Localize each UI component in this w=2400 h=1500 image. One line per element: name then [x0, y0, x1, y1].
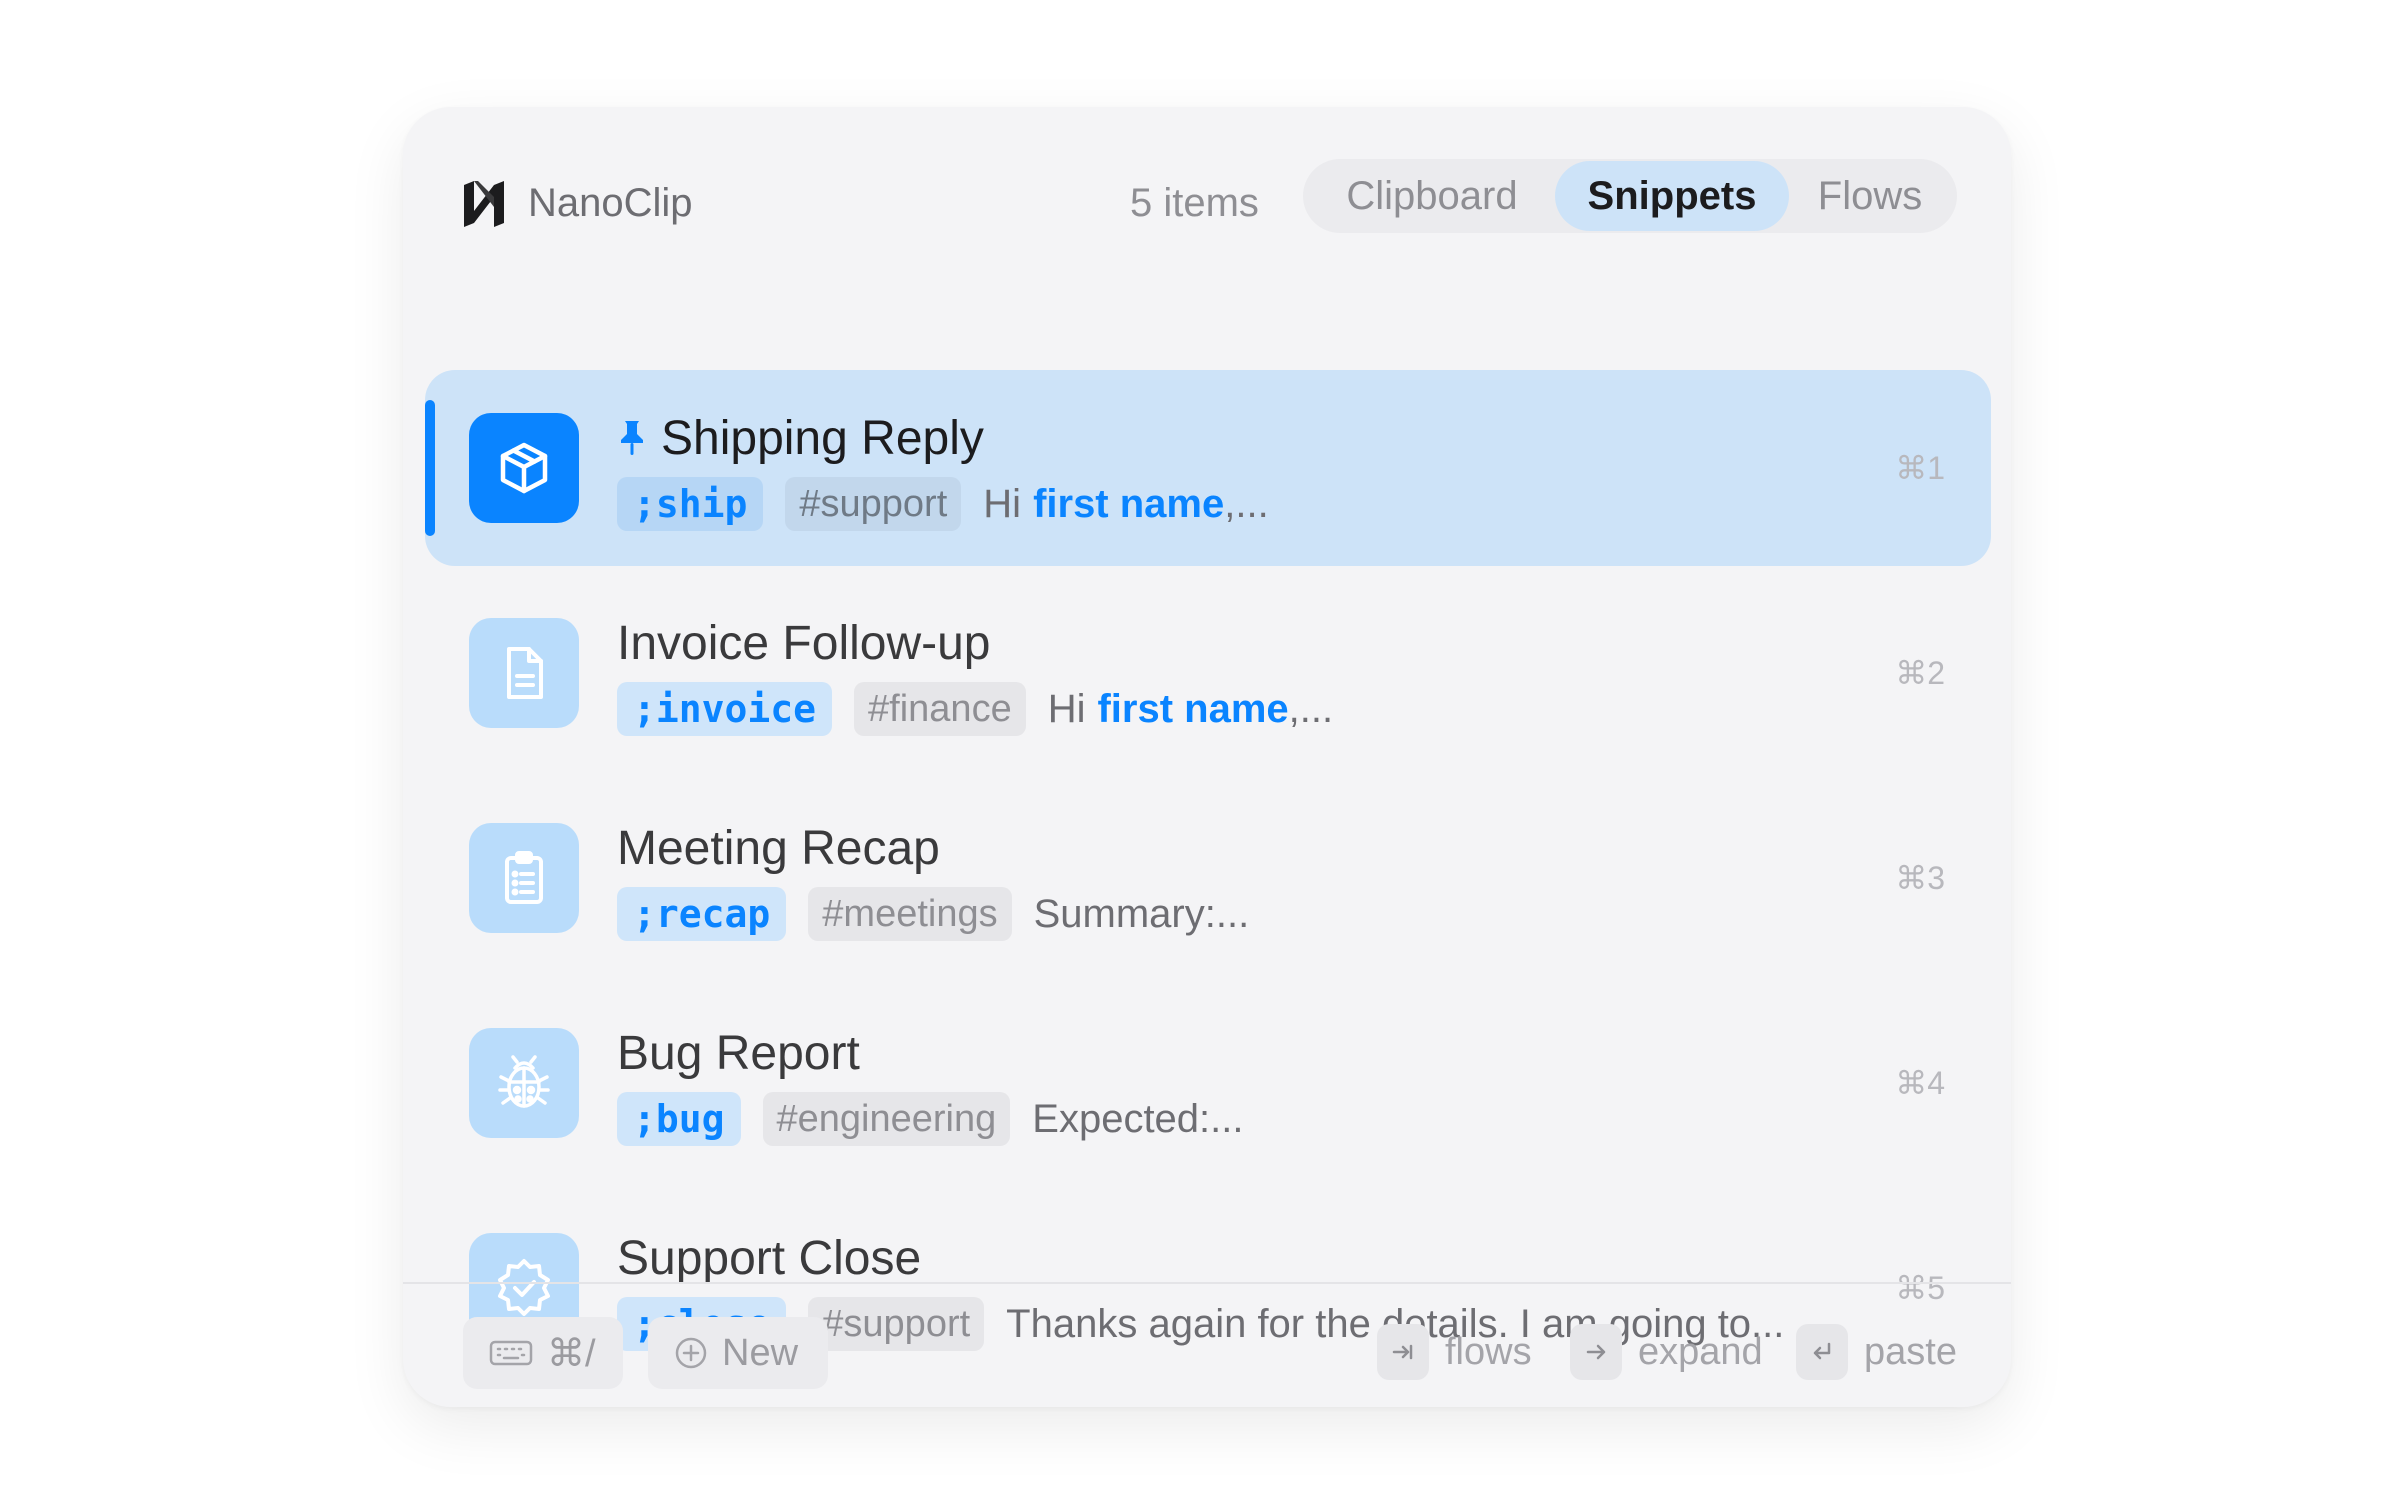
keyboard-shortcuts-button[interactable]: ⌘/	[463, 1317, 623, 1389]
snippet-tag: #meetings	[808, 887, 1012, 941]
hint-label: paste	[1864, 1330, 1957, 1373]
snippet-shortcut: ⌘1	[1895, 450, 1945, 486]
snippet-keyword: ;bug	[617, 1092, 741, 1146]
snippet-title: Meeting Recap	[617, 821, 940, 875]
new-label: New	[722, 1331, 799, 1374]
hint-label: expand	[1638, 1330, 1763, 1373]
hint-label: flows	[1445, 1330, 1532, 1373]
header: NanoClip 5 items Clipboard Snippets Flow…	[403, 107, 2011, 267]
keyboard-icon	[489, 1340, 533, 1366]
snippet-preview: Hi first name ,...	[983, 482, 1268, 527]
clipboard-list-icon	[469, 823, 579, 933]
arrow-right-icon	[1570, 1324, 1622, 1380]
hint-expand: expand	[1570, 1322, 1763, 1382]
snippet-title: Bug Report	[617, 1026, 860, 1080]
nanoclip-logo-icon	[464, 181, 504, 227]
snippet-row-invoice-follow-up[interactable]: Invoice Follow-up ;invoice #finance Hi f…	[425, 575, 1991, 771]
view-switcher: Clipboard Snippets Flows	[1303, 159, 1957, 233]
ladybug-icon	[469, 1028, 579, 1138]
snippet-keyword: ;ship	[617, 477, 764, 531]
preview-text: Expected:...	[1032, 1096, 1244, 1141]
snippet-preview: Hi first name ,...	[1048, 687, 1333, 732]
preview-variable: first name	[1033, 481, 1225, 526]
item-count: 5 items	[1130, 180, 1259, 225]
snippet-tag: #support	[785, 477, 962, 531]
snippet-tag: #engineering	[762, 1092, 1011, 1146]
snippet-row-meeting-recap[interactable]: Meeting Recap ;recap #meetings Summary:.…	[425, 780, 1991, 976]
snippet-row-shipping-reply[interactable]: Shipping Reply ;ship #support Hi first n…	[425, 370, 1991, 566]
preview-suffix: ,...	[1288, 686, 1334, 731]
hint-flows: flows	[1377, 1322, 1532, 1382]
preview-text: Hi	[1047, 686, 1086, 731]
app-name: NanoClip	[528, 180, 693, 225]
plus-circle-icon	[675, 1337, 707, 1369]
document-icon	[469, 618, 579, 728]
snippet-preview: Expected:...	[1032, 1097, 1243, 1142]
snippet-title: Support Close	[617, 1231, 922, 1285]
preview-suffix: ,...	[1224, 481, 1269, 526]
hint-paste: paste	[1796, 1322, 1957, 1382]
snippet-tag: #finance	[854, 682, 1026, 736]
return-key-icon	[1796, 1324, 1848, 1380]
tab-key-icon	[1377, 1324, 1429, 1380]
footer-bar: ⌘/ New flows expand paste	[403, 1282, 2011, 1407]
preview-text: Hi	[983, 481, 1022, 526]
snippet-shortcut: ⌘3	[1895, 860, 1945, 896]
snippet-title: Shipping Reply	[661, 411, 984, 465]
package-icon	[469, 413, 579, 523]
tab-clipboard[interactable]: Clipboard	[1309, 161, 1555, 231]
snippet-shortcut: ⌘2	[1895, 655, 1945, 691]
snippet-keyword: ;recap	[617, 887, 787, 941]
preview-text: Summary:...	[1033, 891, 1250, 936]
pin-icon	[621, 421, 643, 455]
tab-snippets[interactable]: Snippets	[1555, 161, 1789, 231]
new-snippet-button[interactable]: New	[648, 1317, 828, 1389]
snippet-keyword: ;invoice	[617, 682, 833, 736]
snippet-title: Invoice Follow-up	[617, 616, 991, 670]
snippet-row-bug-report[interactable]: Bug Report ;bug #engineering Expected:..…	[425, 985, 1991, 1181]
tab-flows[interactable]: Flows	[1789, 161, 1951, 231]
keyboard-shortcut-label: ⌘/	[547, 1332, 596, 1375]
snippet-shortcut: ⌘4	[1895, 1065, 1945, 1101]
preview-variable: first name	[1097, 686, 1289, 731]
selection-indicator	[425, 400, 435, 536]
nanoclip-panel: NanoClip 5 items Clipboard Snippets Flow…	[403, 107, 2011, 1407]
brand: NanoClip	[458, 171, 693, 235]
snippet-preview: Summary:...	[1034, 892, 1250, 937]
